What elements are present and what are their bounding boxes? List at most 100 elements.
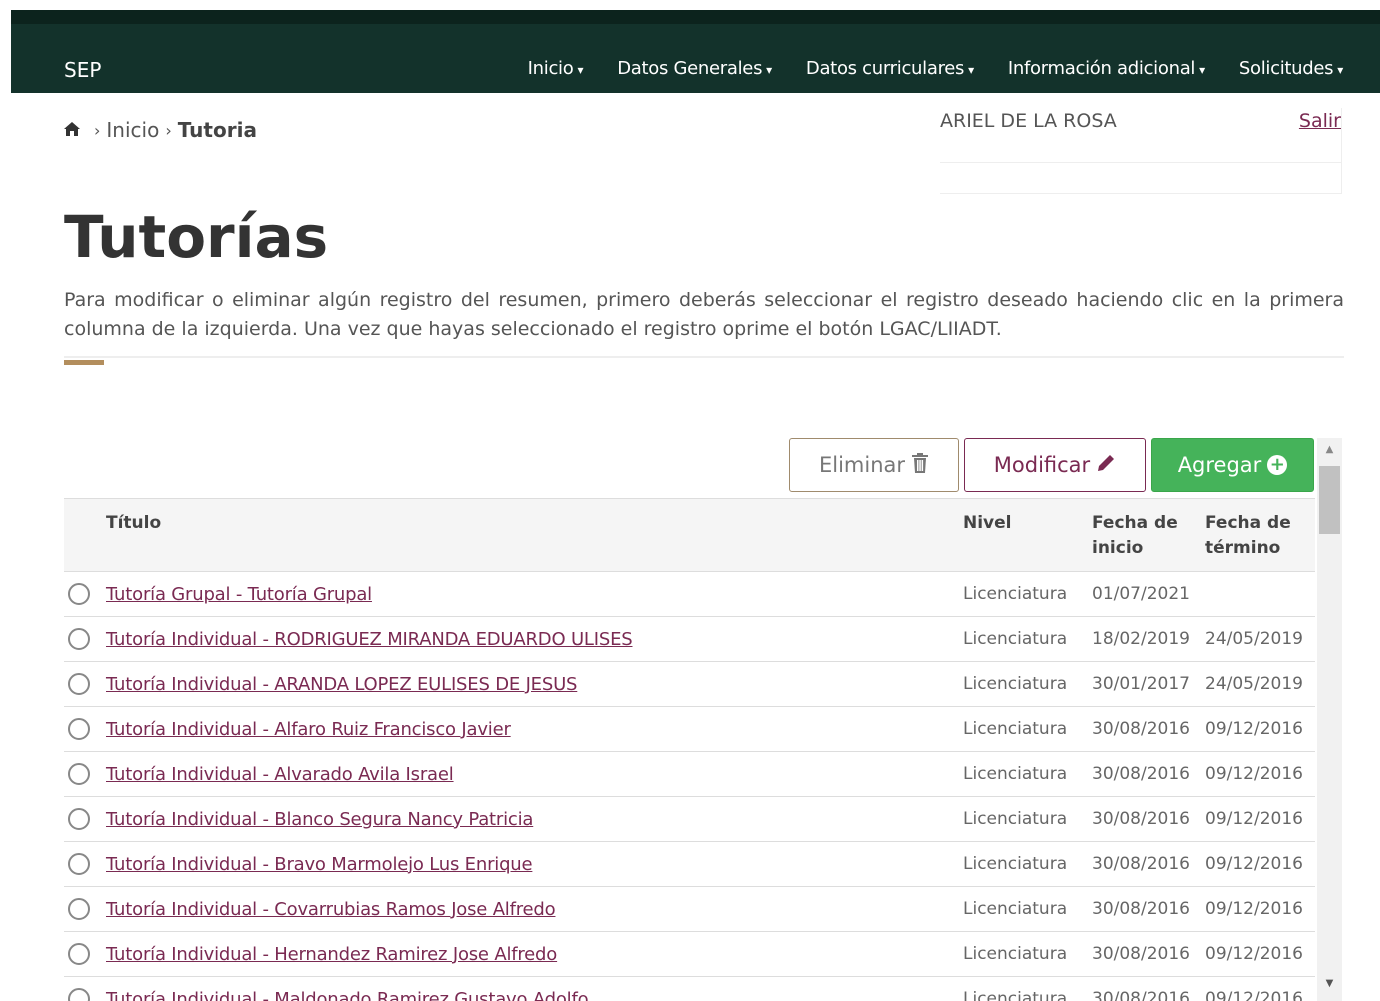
row-end-date: 09/12/2016	[1205, 719, 1303, 739]
logout-link[interactable]: Salir	[1299, 110, 1341, 132]
chevron-down-icon: ▾	[577, 63, 584, 77]
page-description: Para modificar o eliminar algún registro…	[64, 289, 1344, 340]
column-header-level[interactable]: Nivel	[963, 499, 1092, 572]
brand-logo[interactable]: SEP	[64, 58, 101, 82]
column-header-title[interactable]: Título	[106, 499, 963, 572]
edit-button-label: Modificar	[993, 453, 1091, 477]
column-header-start-date[interactable]: Fecha de inicio	[1092, 499, 1205, 572]
chevron-down-icon: ▾	[1199, 63, 1205, 77]
nav-item-inicio[interactable]: Inicio ▾	[528, 58, 584, 79]
row-select-radio[interactable]	[68, 808, 90, 830]
breadcrumb-item-current: Tutoria	[177, 118, 257, 142]
row-title-link[interactable]: Tutoría Individual - Hernandez Ramirez J…	[106, 944, 557, 965]
row-end-date: 09/12/2016	[1205, 764, 1303, 784]
nav-item-solicitudes[interactable]: Solicitudes ▾	[1239, 58, 1343, 79]
row-start-date: 30/08/2016	[1092, 989, 1190, 1001]
column-header-end-date[interactable]: Fecha de término	[1205, 499, 1315, 572]
row-select-radio[interactable]	[68, 583, 90, 605]
row-end-date: 09/12/2016	[1205, 854, 1303, 874]
row-select-radio[interactable]	[68, 853, 90, 875]
row-level: Licenciatura	[963, 809, 1068, 829]
nav-item-datos-curriculares[interactable]: Datos curriculares ▾	[806, 58, 974, 79]
row-level: Licenciatura	[963, 629, 1068, 649]
row-start-date: 30/08/2016	[1092, 809, 1190, 829]
table-row[interactable]: Tutoría Individual - Maldonado Ramirez G…	[64, 976, 1315, 1001]
row-level: Licenciatura	[963, 989, 1068, 1001]
nav-item-informacion-adicional[interactable]: Información adicional ▾	[1008, 58, 1205, 79]
row-title-link[interactable]: Tutoría Grupal - Tutoría Grupal	[106, 584, 372, 605]
table-row[interactable]: Tutoría Individual - Alvarado Avila Isra…	[64, 751, 1315, 797]
nav-item-datos-generales[interactable]: Datos Generales ▾	[617, 58, 772, 79]
row-select-radio[interactable]	[68, 898, 90, 920]
row-start-date: 18/02/2019	[1092, 629, 1190, 649]
table-row[interactable]: Tutoría Individual - Alfaro Ruiz Francis…	[64, 706, 1315, 752]
row-title-link[interactable]: Tutoría Individual - ARANDA LOPEZ EULISE…	[106, 674, 577, 695]
row-level: Licenciatura	[963, 899, 1068, 919]
table-row[interactable]: Tutoría Individual - ARANDA LOPEZ EULISE…	[64, 661, 1315, 707]
row-select-radio[interactable]	[68, 943, 90, 965]
top-navbar: SEP Inicio ▾ Datos Generales ▾ Datos curri…	[11, 10, 1380, 93]
nav-item-label: Solicitudes	[1238, 58, 1334, 79]
row-level: Licenciatura	[963, 854, 1068, 874]
row-end-date	[1205, 572, 1315, 617]
home-icon[interactable]	[64, 121, 80, 140]
divider	[940, 162, 1341, 163]
title-accent-bar	[64, 360, 104, 365]
scroll-down-arrow-icon[interactable]: ▼	[1317, 978, 1342, 989]
delete-button-label: Eliminar	[818, 453, 906, 477]
table-header-row: Título Nivel Fecha de inicio Fecha de té…	[64, 498, 1315, 572]
row-select-radio[interactable]	[68, 763, 90, 785]
scroll-thumb[interactable]	[1319, 466, 1340, 534]
edit-button[interactable]: Modificar	[964, 438, 1146, 492]
row-title-link[interactable]: Tutoría Individual - Maldonado Ramirez G…	[106, 989, 589, 1001]
table-scrollbar[interactable]: ▲ ▼	[1317, 438, 1342, 1001]
delete-button[interactable]: Eliminar	[789, 438, 959, 492]
row-level: Licenciatura	[963, 584, 1068, 604]
chevron-down-icon: ▾	[766, 63, 772, 77]
table-row[interactable]: Tutoría Individual - Hernandez Ramirez J…	[64, 931, 1315, 977]
row-level: Licenciatura	[963, 719, 1068, 739]
row-end-date: 24/05/2019	[1205, 674, 1303, 694]
row-title-link[interactable]: Tutoría Individual - RODRIGUEZ MIRANDA E…	[106, 629, 633, 650]
table-row[interactable]: Tutoría Grupal - Tutoría Grupal Licencia…	[64, 571, 1315, 617]
row-start-date: 30/08/2016	[1092, 899, 1190, 919]
row-title-link[interactable]: Tutoría Individual - Alvarado Avila Isra…	[106, 764, 454, 785]
breadcrumb-separator: ›	[94, 120, 101, 140]
nav-item-label: Datos Generales	[617, 58, 763, 79]
scroll-up-arrow-icon[interactable]: ▲	[1317, 444, 1342, 455]
row-start-date: 01/07/2021	[1092, 584, 1190, 604]
breadcrumb-separator: ›	[165, 120, 172, 140]
chevron-down-icon: ▾	[968, 63, 974, 77]
row-title-link[interactable]: Tutoría Individual - Bravo Marmolejo Lus…	[106, 854, 533, 875]
nav-item-label: Inicio	[527, 58, 574, 79]
pencil-icon	[1096, 453, 1116, 478]
table-row[interactable]: Tutoría Individual - Covarrubias Ramos J…	[64, 886, 1315, 932]
row-select-radio[interactable]	[68, 673, 90, 695]
table-row[interactable]: Tutoría Individual - RODRIGUEZ MIRANDA E…	[64, 616, 1315, 662]
row-title-link[interactable]: Tutoría Individual - Blanco Segura Nancy…	[106, 809, 533, 830]
row-title-link[interactable]: Tutoría Individual - Covarrubias Ramos J…	[106, 899, 556, 920]
row-end-date: 09/12/2016	[1205, 944, 1303, 964]
row-start-date: 30/08/2016	[1092, 764, 1190, 784]
add-button[interactable]: Agregar +	[1151, 438, 1314, 492]
page-title: Tutorías	[64, 203, 329, 271]
trash-icon	[911, 452, 929, 478]
row-start-date: 30/08/2016	[1092, 944, 1190, 964]
row-start-date: 30/01/2017	[1092, 674, 1190, 694]
breadcrumb-item-inicio[interactable]: Inicio	[106, 118, 159, 142]
row-end-date: 09/12/2016	[1205, 989, 1303, 1001]
row-end-date: 09/12/2016	[1205, 809, 1303, 829]
row-title-link[interactable]: Tutoría Individual - Alfaro Ruiz Francis…	[106, 719, 511, 740]
tutorias-table-container: Título Nivel Fecha de inicio Fecha de té…	[64, 498, 1315, 1001]
row-start-date: 30/08/2016	[1092, 719, 1190, 739]
table-row[interactable]: Tutoría Individual - Blanco Segura Nancy…	[64, 796, 1315, 842]
user-box: ARIEL DE LA ROSA Salir	[940, 108, 1342, 194]
table-row[interactable]: Tutoría Individual - Bravo Marmolejo Lus…	[64, 841, 1315, 887]
row-start-date: 30/08/2016	[1092, 854, 1190, 874]
row-select-radio[interactable]	[68, 988, 90, 1001]
row-select-radio[interactable]	[68, 718, 90, 740]
row-end-date: 24/05/2019	[1205, 629, 1303, 649]
row-end-date: 09/12/2016	[1205, 899, 1303, 919]
nav-menu: Inicio ▾ Datos Generales ▾ Datos curricula…	[494, 58, 1344, 79]
row-select-radio[interactable]	[68, 628, 90, 650]
